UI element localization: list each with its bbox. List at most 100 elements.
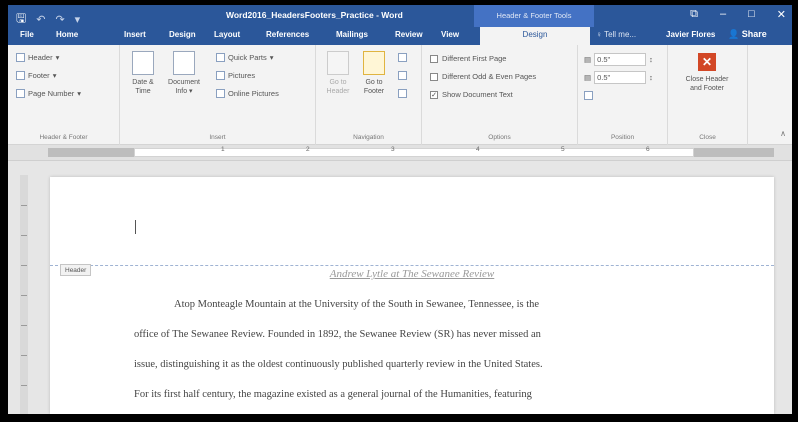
tab-design-doc[interactable]: Design xyxy=(169,30,196,39)
go-to-footer-button[interactable]: Go to Footer xyxy=(358,51,390,96)
group-insert: Date & Time Document Info ▾ Quick Parts … xyxy=(120,45,316,145)
text-cursor xyxy=(135,220,136,234)
document-info-button[interactable]: Document Info ▾ xyxy=(164,51,204,96)
footer-icon xyxy=(16,71,25,80)
ruler-number: 2 xyxy=(306,146,310,153)
checkbox-unchecked xyxy=(430,72,438,81)
header-position-icon: ▤ xyxy=(584,55,592,64)
show-document-text-checkbox[interactable]: ✓ Show Document Text xyxy=(430,90,513,99)
customize-qat-icon[interactable]: ▾ xyxy=(75,13,81,26)
next-icon xyxy=(398,71,407,80)
page-number-button[interactable]: Page Number ▾ xyxy=(16,89,81,98)
share-label: Share xyxy=(741,29,767,39)
tab-home[interactable]: Home xyxy=(56,30,78,39)
body-line-2[interactable]: office of The Sewanee Review. Founded in… xyxy=(134,329,694,340)
document-page[interactable]: Header Andrew Lytle at The Sewanee Revie… xyxy=(50,177,774,414)
page-number-icon xyxy=(16,89,25,98)
title-bar: 🖫 ↶ ↷ ▾ Word2016_HeadersFooters_Practice… xyxy=(8,5,792,27)
pictures-icon xyxy=(216,71,225,80)
checkbox-unchecked xyxy=(430,54,438,63)
different-odd-even-checkbox[interactable]: Different Odd & Even Pages xyxy=(430,72,536,81)
vruler-tick xyxy=(21,355,27,356)
header-icon xyxy=(16,53,25,62)
ruler-number: 1 xyxy=(221,146,225,153)
spinner-icon[interactable]: ↕ xyxy=(649,55,653,64)
go-to-footer-icon xyxy=(363,51,385,75)
insert-alignment-tab-button[interactable] xyxy=(584,91,593,100)
group-header-footer: Header ▾ Footer ▾ Page Number ▾ Header &… xyxy=(8,45,120,145)
header-from-top-field[interactable]: ▤ 0.5" ↕ xyxy=(584,53,653,66)
maximize-icon[interactable]: □ xyxy=(748,8,755,21)
vruler-tick xyxy=(21,325,27,326)
collapse-ribbon-icon[interactable]: ∧ xyxy=(780,129,786,138)
tab-file[interactable]: File xyxy=(20,30,34,39)
tab-layout[interactable]: Layout xyxy=(214,30,240,39)
tab-mailings[interactable]: Mailings xyxy=(336,30,368,39)
spinner-icon[interactable]: ↕ xyxy=(649,73,653,82)
contextual-tab-label: Header & Footer Tools xyxy=(474,5,594,27)
body-line-1[interactable]: Atop Monteagle Mountain at the Universit… xyxy=(174,299,734,310)
share-person-icon: 👤 xyxy=(728,29,740,39)
quick-parts-icon xyxy=(216,53,225,62)
group-label-position: Position xyxy=(610,134,635,141)
body-line-3[interactable]: issue, distinguishing it as the oldest c… xyxy=(134,359,694,370)
footer-from-bottom-input[interactable]: 0.5" xyxy=(594,71,647,84)
tell-me-label: Tell me... xyxy=(604,30,637,39)
online-pictures-button[interactable]: Online Pictures xyxy=(216,89,279,98)
group-label-navigation: Navigation xyxy=(353,134,384,141)
alignment-tab-icon xyxy=(584,91,593,100)
tab-view[interactable]: View xyxy=(441,30,459,39)
word-window: 🖫 ↶ ↷ ▾ Word2016_HeadersFooters_Practice… xyxy=(8,5,792,414)
ruler-left-margin xyxy=(48,148,134,157)
link-to-previous-button[interactable] xyxy=(398,89,407,98)
header-boundary-line xyxy=(50,265,774,266)
ribbon-display-icon[interactable]: ⧉ xyxy=(690,8,698,21)
header-text[interactable]: Andrew Lytle at The Sewanee Review xyxy=(50,268,774,280)
show-document-text-label: Show Document Text xyxy=(442,90,513,99)
previous-section-button[interactable] xyxy=(398,53,407,62)
footer-label: Footer xyxy=(28,71,50,80)
quick-parts-button[interactable]: Quick Parts ▾ xyxy=(216,53,274,62)
vruler-tick xyxy=(21,385,27,386)
share-button[interactable]: 👤 Share xyxy=(728,29,767,40)
go-to-header-label-2: Header xyxy=(326,88,350,95)
go-to-header-icon xyxy=(327,51,349,75)
link-icon xyxy=(398,89,407,98)
document-info-label-2: Info xyxy=(175,88,188,95)
tab-references[interactable]: References xyxy=(266,30,309,39)
go-to-header-label-1: Go to xyxy=(329,79,347,86)
different-first-page-checkbox[interactable]: Different First Page xyxy=(430,54,506,63)
date-time-button[interactable]: Date & Time xyxy=(126,51,160,96)
different-first-page-label: Different First Page xyxy=(442,54,507,63)
vertical-ruler[interactable] xyxy=(20,175,28,414)
close-icon[interactable]: ✕ xyxy=(777,8,786,21)
pictures-button[interactable]: Pictures xyxy=(216,71,255,80)
quick-parts-label: Quick Parts xyxy=(228,53,267,62)
document-info-icon xyxy=(173,51,195,75)
group-position: ▤ 0.5" ↕ ▤ 0.5" ↕ Position xyxy=(578,45,668,145)
tab-insert[interactable]: Insert xyxy=(124,30,146,39)
redo-icon[interactable]: ↷ xyxy=(55,13,64,26)
tab-review[interactable]: Review xyxy=(395,30,423,39)
close-header-footer-label-1: Close Header xyxy=(685,76,729,83)
go-to-header-button[interactable]: Go to Header xyxy=(322,51,354,96)
ruler-number: 3 xyxy=(391,146,395,153)
header-from-top-input[interactable]: 0.5" xyxy=(594,53,647,66)
horizontal-ruler[interactable]: 1 2 3 4 5 6 xyxy=(8,145,792,161)
footer-from-bottom-field[interactable]: ▤ 0.5" ↕ xyxy=(584,71,653,84)
tell-me-box[interactable]: ♀ Tell me... xyxy=(596,30,636,39)
footer-button[interactable]: Footer ▾ xyxy=(16,71,56,80)
tab-design-header-footer[interactable]: Design xyxy=(480,27,590,45)
body-line-4[interactable]: For its first half century, the magazine… xyxy=(134,389,694,400)
different-odd-even-label: Different Odd & Even Pages xyxy=(442,72,537,81)
undo-icon[interactable]: ↶ xyxy=(36,13,45,26)
minimize-icon[interactable]: – xyxy=(720,8,726,21)
user-name[interactable]: Javier Flores xyxy=(666,30,715,39)
next-section-button[interactable] xyxy=(398,71,407,80)
page-number-label: Page Number xyxy=(28,89,75,98)
header-button[interactable]: Header ▾ xyxy=(16,53,59,62)
close-header-footer-button[interactable]: ✕ Close Header and Footer xyxy=(674,53,740,93)
close-x-icon: ✕ xyxy=(698,53,716,71)
window-controls: ⧉ – □ ✕ xyxy=(690,8,786,21)
vruler-tick xyxy=(21,205,27,206)
